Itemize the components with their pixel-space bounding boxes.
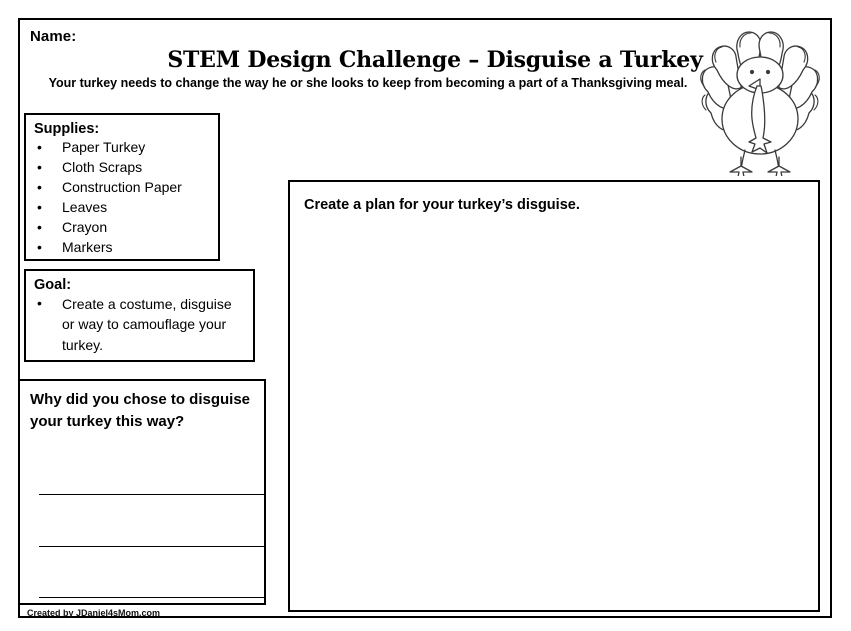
turkey-foot (729, 156, 791, 176)
answer-write-line[interactable] (39, 597, 266, 598)
goal-item-label: Create a costume, disguise or way to cam… (62, 296, 232, 353)
plan-drawing-box[interactable]: Create a plan for your turkey’s disguise… (288, 180, 820, 612)
list-item: • Markers (34, 238, 212, 258)
supplies-item-label: Paper Turkey (62, 139, 146, 156)
why-question-box: Why did you chose to disguise your turke… (18, 379, 266, 605)
supplies-item-label: Cloth Scraps (62, 159, 143, 175)
page-title: STEM Design Challenge – Disguise a Turke… (167, 47, 703, 73)
plan-heading: Create a plan for your turkey’s disguise… (304, 197, 580, 213)
bullet-icon: • (37, 178, 42, 195)
goal-list: • Create a costume, disguise or way to ca… (34, 294, 247, 355)
turkey-eye (749, 69, 755, 75)
supplies-heading: Supplies: (34, 121, 100, 137)
bullet-icon: • (37, 198, 42, 215)
bullet-icon: • (37, 139, 42, 156)
goal-heading: Goal: (34, 277, 72, 293)
answer-write-line[interactable] (39, 546, 266, 547)
bullet-icon: • (37, 218, 42, 235)
supplies-item-label: Construction Paper (62, 178, 182, 195)
list-item: • Paper Turkey (34, 138, 212, 158)
bullet-icon: • (37, 159, 42, 175)
credit-footer: Created by JDaniel4sMom.com (27, 608, 161, 618)
why-question-heading: Why did you chose to disguise your turke… (30, 391, 251, 430)
page-subtitle: Your turkey needs to change the way he o… (48, 76, 688, 90)
supplies-item-label: Leaves (62, 198, 108, 215)
answer-write-line[interactable] (39, 494, 266, 495)
list-item: • Leaves (34, 198, 212, 218)
name-label: Name: (30, 28, 77, 45)
supplies-list: • Paper Turkey • Cloth Scraps • Constructio… (34, 138, 212, 257)
list-item: • Construction Paper (34, 178, 212, 198)
bullet-icon: • (37, 295, 42, 312)
goal-box: Goal: • Create a costume, disguise or way… (24, 269, 255, 362)
supplies-box: Supplies: • Paper Turkey • Cloth Scraps • C… (24, 113, 220, 261)
turkey-eye (765, 69, 771, 75)
bullet-icon: • (37, 238, 42, 255)
supplies-item-label: Crayon (62, 218, 108, 235)
worksheet-page: Name: STEM Design Challenge – Disguise a… (0, 0, 851, 631)
turkey-illustration (700, 31, 820, 176)
list-item: • Crayon (34, 218, 212, 238)
list-item: • Cloth Scraps (34, 158, 212, 178)
supplies-item-label: Markers (62, 238, 113, 255)
list-item: • Create a costume, disguise or way to ca… (34, 294, 247, 355)
